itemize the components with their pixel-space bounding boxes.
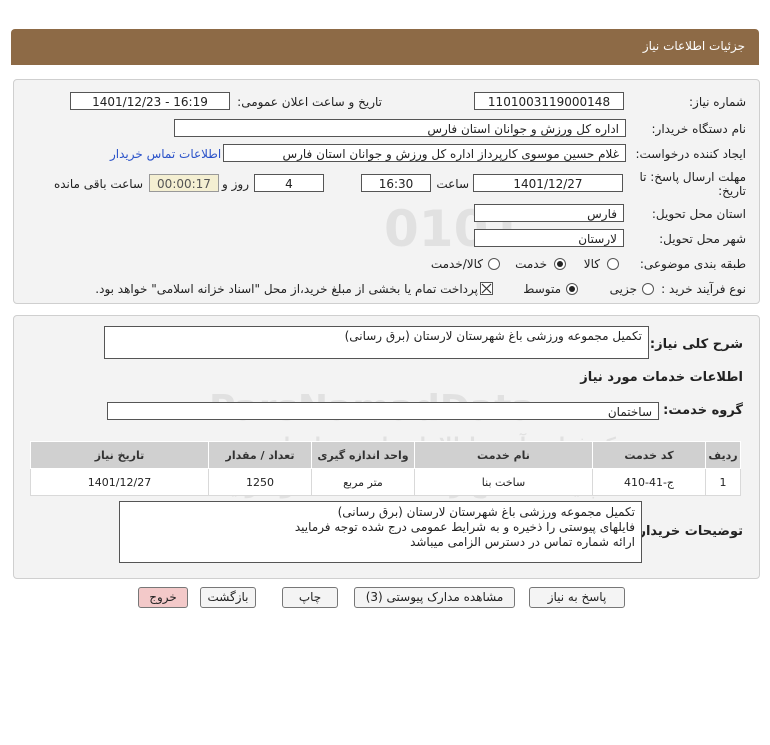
table-header-row: ردیف کد خدمت نام خدمت واحد اندازه گیری ت… <box>30 441 741 469</box>
cell-qty: 1250 <box>208 468 312 496</box>
days-field: 4 <box>254 174 324 192</box>
process-minor-radio[interactable] <box>642 283 654 295</box>
treasury-checkbox[interactable] <box>480 282 493 295</box>
col-code: کد خدمت <box>592 441 706 469</box>
deadline-label: مهلت ارسال پاسخ: تا <box>639 170 746 184</box>
reply-button[interactable]: پاسخ به نیاز <box>529 587 625 608</box>
print-button[interactable]: چاپ <box>282 587 338 608</box>
deadline-time-field: 16:30 <box>361 174 431 192</box>
time-label: ساعت <box>436 177 469 191</box>
treasury-note: پرداخت تمام یا بخشی از مبلغ خرید،از محل … <box>95 282 478 296</box>
category-goods-service-label: کالا/خدمت <box>430 257 483 271</box>
category-goods-label: کالا <box>583 257 600 271</box>
services-panel: ParsNamadData مرکز فراهم آوری اطلاعات پا… <box>13 315 760 579</box>
services-title: اطلاعات خدمات مورد نیاز <box>580 370 743 385</box>
cell-date: 1401/12/27 <box>30 468 209 496</box>
services-table: ردیف کد خدمت نام خدمت واحد اندازه گیری ت… <box>30 441 741 496</box>
cell-unit: متر مربع <box>311 468 415 496</box>
remaining-label: ساعت باقی مانده <box>53 177 143 191</box>
category-service-label: خدمت <box>515 257 547 271</box>
buyer-notes-line3: ارائه شماره تماس در دسترس الزامی میباشد <box>410 535 635 549</box>
province-field: فارس <box>474 204 624 222</box>
process-label: نوع فرآیند خرید : <box>661 282 746 296</box>
announce-label: تاریخ و ساعت اعلان عمومی: <box>237 95 382 109</box>
need-number-field: 1101003119000148 <box>474 92 624 110</box>
buyer-notes-label: توضیحات خریدار: <box>633 524 743 539</box>
service-group-label: گروه خدمت: <box>663 403 743 418</box>
process-medium-label: متوسط <box>523 282 561 296</box>
contact-buyer-link[interactable]: اطلاعات تماس خریدار <box>110 147 221 161</box>
announce-field: 1401/12/23 - 16:19 <box>70 92 230 110</box>
process-minor-label: جزیی <box>609 282 637 296</box>
buyer-org-label: نام دستگاه خریدار: <box>651 122 747 136</box>
category-service-radio[interactable] <box>554 258 566 270</box>
deadline-date-label: تاریخ: <box>718 184 746 198</box>
category-goods-radio[interactable] <box>607 258 619 270</box>
category-goods-service-radio[interactable] <box>488 258 500 270</box>
requester-label: ایجاد کننده درخواست: <box>635 147 746 161</box>
buyer-notes-line2: فایلهای پیوستی را ذخیره و به شرایط عمومی… <box>294 520 635 534</box>
table-row: 1 ج-41-410 ساخت بنا متر مربع 1250 1401/1… <box>30 468 741 496</box>
process-medium-radio[interactable] <box>566 283 578 295</box>
cell-code: ج-41-410 <box>592 468 706 496</box>
exit-button[interactable]: خروج <box>138 587 188 608</box>
cell-name: ساخت بنا <box>414 468 593 496</box>
remaining-time-field: 00:00:17 <box>149 174 219 192</box>
buyer-org-field: اداره کل ورزش و جوانان استان فارس <box>174 119 626 137</box>
col-qty: تعداد / مقدار <box>208 441 312 469</box>
buyer-notes-line1: تکمیل مجموعه ورزشی باغ شهرستان لارستان (… <box>337 505 635 519</box>
col-unit: واحد اندازه گیری <box>311 441 415 469</box>
category-label: طبقه بندی موضوعی: <box>639 257 746 271</box>
back-button[interactable]: بازگشت <box>200 587 256 608</box>
province-label: استان محل تحویل: <box>651 207 746 221</box>
need-summary-field: تکمیل مجموعه ورزشی باغ شهرستان لارستان (… <box>104 326 649 359</box>
col-name: نام خدمت <box>414 441 593 469</box>
city-label: شهر محل تحویل: <box>659 232 746 246</box>
col-date: تاریخ نیاز <box>30 441 209 469</box>
buyer-notes-box: تکمیل مجموعه ورزشی باغ شهرستان لارستان (… <box>119 501 642 563</box>
requester-field: غلام حسین موسوی کارپرداز اداره کل ورزش و… <box>223 144 626 162</box>
page-title: جزئیات اطلاعات نیاز <box>642 39 745 53</box>
days-label: روز و <box>222 177 249 191</box>
deadline-date-field: 1401/12/27 <box>473 174 623 192</box>
service-group-field: ساختمان <box>107 402 659 420</box>
col-row: ردیف <box>705 441 741 469</box>
page-header: جزئیات اطلاعات نیاز <box>11 29 759 65</box>
city-field: لارستان <box>474 229 624 247</box>
need-number-label: شماره نیاز: <box>689 95 746 109</box>
cell-row: 1 <box>705 468 741 496</box>
need-info-panel: 0101 شماره نیاز: 1101003119000148 تاریخ … <box>13 79 760 304</box>
need-summary-label: شرح کلی نیاز: <box>649 337 743 352</box>
attachments-button[interactable]: مشاهده مدارک پیوستی (3) <box>354 587 515 608</box>
